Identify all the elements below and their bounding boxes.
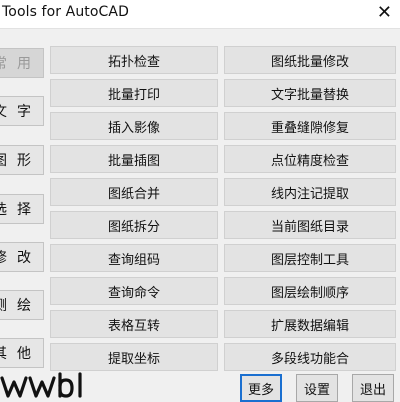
- tool-button[interactable]: 图纸合并: [50, 178, 218, 206]
- tool-button[interactable]: 查询命令: [50, 277, 218, 305]
- tool-button[interactable]: 当前图纸目录: [224, 211, 396, 239]
- tool-button[interactable]: 批量打印: [50, 79, 218, 107]
- close-icon[interactable]: ✕: [377, 2, 392, 24]
- tool-button[interactable]: 文字批量替换: [224, 79, 396, 107]
- tool-button[interactable]: 线内注记提取: [224, 178, 396, 206]
- logo-icon: [0, 372, 92, 400]
- tool-button[interactable]: 提取坐标: [50, 343, 218, 371]
- tool-button[interactable]: 点位精度检查: [224, 145, 396, 173]
- exit-button[interactable]: 退出: [352, 374, 394, 402]
- window-title: Tools for AutoCAD: [2, 4, 129, 20]
- tool-button[interactable]: 图层控制工具: [224, 244, 396, 272]
- tool-button[interactable]: 表格互转: [50, 310, 218, 338]
- tool-button[interactable]: 批量插图: [50, 145, 218, 173]
- tool-button[interactable]: 拓扑检查: [50, 46, 218, 74]
- more-button[interactable]: 更多: [240, 374, 282, 402]
- sidebar-item-text[interactable]: 文字: [0, 96, 44, 126]
- tool-button[interactable]: 扩展数据编辑: [224, 310, 396, 338]
- sidebar-item-select[interactable]: 选择: [0, 194, 44, 224]
- sidebar-item-common[interactable]: 常用: [0, 48, 44, 78]
- sidebar-item-other[interactable]: 其他: [0, 338, 44, 368]
- settings-button[interactable]: 设置: [296, 374, 338, 402]
- tool-button[interactable]: 图纸批量修改: [224, 46, 396, 74]
- tool-button[interactable]: 插入影像: [50, 112, 218, 140]
- tool-button[interactable]: 重叠缝隙修复: [224, 112, 396, 140]
- sidebar-item-modify[interactable]: 修改: [0, 242, 44, 272]
- tool-button[interactable]: 查询组码: [50, 244, 218, 272]
- tool-button[interactable]: 多段线功能合: [224, 343, 396, 371]
- title-bar: Tools for AutoCAD ✕: [0, 0, 400, 29]
- sidebar-item-shape[interactable]: 图形: [0, 145, 44, 175]
- tool-button[interactable]: 图层绘制顺序: [224, 277, 396, 305]
- sidebar-item-survey[interactable]: 测绘: [0, 290, 44, 320]
- tool-button[interactable]: 图纸拆分: [50, 211, 218, 239]
